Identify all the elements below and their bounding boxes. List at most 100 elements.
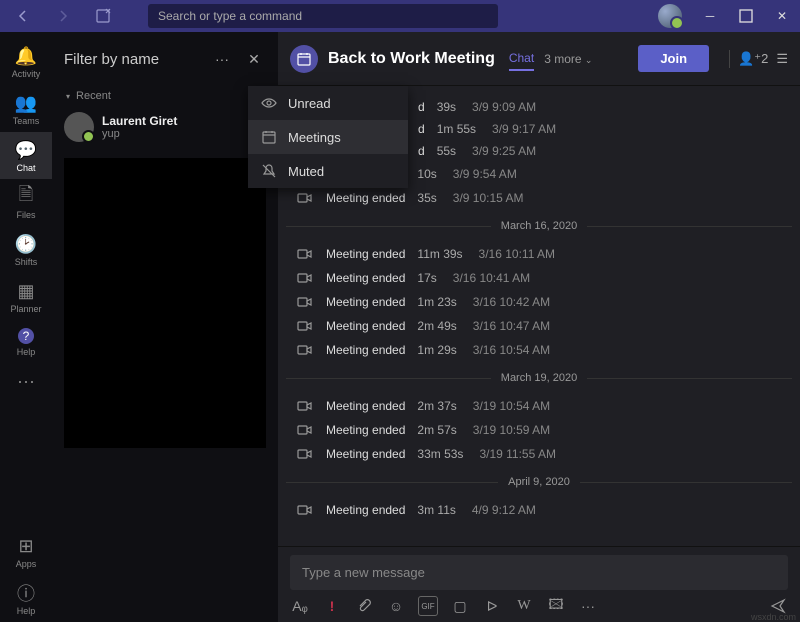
new-chat-button[interactable] [88, 0, 118, 32]
forward-button[interactable] [48, 0, 78, 32]
camera-icon [294, 446, 316, 462]
rail-planner[interactable]: ▦ Planner [0, 273, 52, 320]
event-time: 3/16 10:42 AM [473, 295, 550, 309]
camera-icon [294, 294, 316, 310]
chat-entry-name: Laurent Giret [102, 114, 177, 128]
calendar-icon [260, 128, 278, 146]
event-label: Meeting ended [326, 247, 405, 261]
filter-muted[interactable]: Muted [248, 154, 408, 188]
camera-icon [294, 190, 316, 206]
filter-unread[interactable]: Unread [248, 86, 408, 120]
gif-icon[interactable]: GIF [418, 596, 438, 616]
rail-apps[interactable]: ⊞ Apps [0, 528, 52, 575]
close-button[interactable]: ✕ [764, 0, 800, 32]
shifts-icon: 🕑 [16, 234, 36, 254]
profile-avatar[interactable] [658, 4, 682, 28]
filter-options-button[interactable]: ··· [210, 47, 234, 71]
rail-label: Shifts [15, 257, 38, 267]
event-time: 3/9 9:25 AM [472, 144, 536, 158]
meeting-event-row: Meeting ended2m 37s3/19 10:54 AM [286, 394, 792, 418]
emoji-icon[interactable]: ☺ [386, 596, 406, 616]
list-view-icon[interactable]: ☰ [776, 51, 788, 67]
rail-shifts[interactable]: 🕑 Shifts [0, 226, 52, 273]
rail-help[interactable]: ? Help [0, 320, 52, 363]
window-controls: ─ ✕ [692, 0, 800, 32]
app-rail: 🔔 Activity 👥 Teams 💬 Chat 🗎 Files 🕑 Shif… [0, 32, 52, 622]
watermark: wsxdn.com [751, 612, 796, 622]
sticker-icon[interactable]: ▢ [450, 596, 470, 616]
filter-item-label: Unread [288, 96, 331, 111]
event-time: 3/9 9:09 AM [472, 100, 536, 114]
meeting-event-row: Meeting ended1m 29s3/16 10:54 AM [286, 338, 792, 362]
format-icon[interactable]: Aᵩ [290, 596, 310, 616]
event-duration: 2m 57s [417, 423, 456, 437]
rail-overflow[interactable]: ··· [0, 363, 52, 397]
search-input[interactable]: Search or type a command [148, 4, 498, 28]
stream-icon[interactable]: ᐅ [482, 596, 502, 616]
event-time: 3/19 10:54 AM [473, 399, 550, 413]
more-tabs-dropdown[interactable]: 3 more ⌄ [544, 52, 592, 66]
rail-files[interactable]: 🗎 Files [0, 179, 52, 226]
apps-icon: ⊞ [16, 536, 36, 556]
tab-chat[interactable]: Chat [509, 47, 534, 71]
important-icon[interactable]: ! [322, 596, 342, 616]
meeting-event-row: Meeting ended1m 23s3/16 10:42 AM [286, 290, 792, 314]
rail-teams[interactable]: 👥 Teams [0, 85, 52, 132]
rail-chat[interactable]: 💬 Chat [0, 132, 52, 179]
history-nav [0, 0, 118, 32]
compose-more-icon[interactable]: ··· [578, 596, 598, 616]
wiki-icon[interactable]: W [514, 596, 534, 616]
meeting-event-row: Meeting ended35s3/9 10:15 AM [286, 186, 792, 210]
event-duration: 39s [437, 100, 456, 114]
back-button[interactable] [8, 0, 38, 32]
rail-help-bottom[interactable]: ⓘ Help [0, 575, 52, 622]
chat-list-panel: Filter by name ··· ✕ Recent Laurent Gire… [52, 32, 278, 622]
event-time: 3/9 9:17 AM [492, 122, 556, 136]
message-composer: Type a new message Aᵩ ! ☺ GIF ▢ ᐅ W 🖾 ··… [278, 546, 800, 622]
rail-activity[interactable]: 🔔 Activity [0, 38, 52, 85]
chat-entry[interactable]: Laurent Giret yup [52, 106, 278, 148]
event-duration: 1m 29s [417, 343, 456, 357]
event-time: 3/9 9:54 AM [453, 167, 517, 181]
rail-label: Apps [16, 559, 37, 569]
event-time: 4/9 9:12 AM [472, 503, 536, 517]
planner-icon: ▦ [16, 281, 36, 301]
recent-section-label[interactable]: Recent [52, 86, 278, 106]
camera-icon [294, 502, 316, 518]
conversation-title: Back to Work Meeting [328, 50, 495, 68]
event-label: Meeting ended [326, 447, 405, 461]
rail-label: Chat [16, 163, 35, 173]
event-label-fragment: d [418, 122, 425, 136]
join-button[interactable]: Join [638, 45, 709, 72]
rail-label: Planner [10, 304, 41, 314]
event-duration: 10s [417, 167, 436, 181]
meeting-event-row: Meeting ended3m 11s4/9 9:12 AM [286, 498, 792, 522]
date-label: April 9, 2020 [498, 476, 580, 488]
camera-icon [294, 246, 316, 262]
date-separator: March 16, 2020 [286, 220, 792, 232]
rail-label: Activity [12, 69, 41, 79]
minimize-button[interactable]: ─ [692, 0, 728, 32]
rail-label: Files [16, 210, 35, 220]
filter-title[interactable]: Filter by name [64, 51, 202, 68]
compose-toolbar: Aᵩ ! ☺ GIF ▢ ᐅ W 🖾 ··· [290, 596, 788, 616]
event-duration: 17s [417, 271, 436, 285]
camera-icon [294, 270, 316, 286]
camera-icon [294, 398, 316, 414]
attach-icon[interactable] [354, 596, 374, 616]
event-duration: 55s [437, 144, 456, 158]
camera-icon [294, 318, 316, 334]
image-icon[interactable]: 🖾 [546, 596, 566, 616]
event-label-fragment: d [418, 100, 425, 114]
compose-input[interactable]: Type a new message [290, 555, 788, 590]
close-icon[interactable]: ✕ [242, 47, 266, 71]
chatlist-header: Filter by name ··· ✕ [52, 32, 278, 86]
rail-label: Teams [13, 116, 40, 126]
meeting-event-row: Meeting ended33m 53s3/19 11:55 AM [286, 442, 792, 466]
event-label-fragment: d [418, 144, 425, 158]
filter-meetings[interactable]: Meetings [248, 120, 408, 154]
maximize-button[interactable] [728, 0, 764, 32]
event-label: Meeting ended [326, 191, 405, 205]
help-icon: ⓘ [16, 583, 36, 603]
participants-button[interactable]: 👤⁺2 [738, 51, 768, 67]
